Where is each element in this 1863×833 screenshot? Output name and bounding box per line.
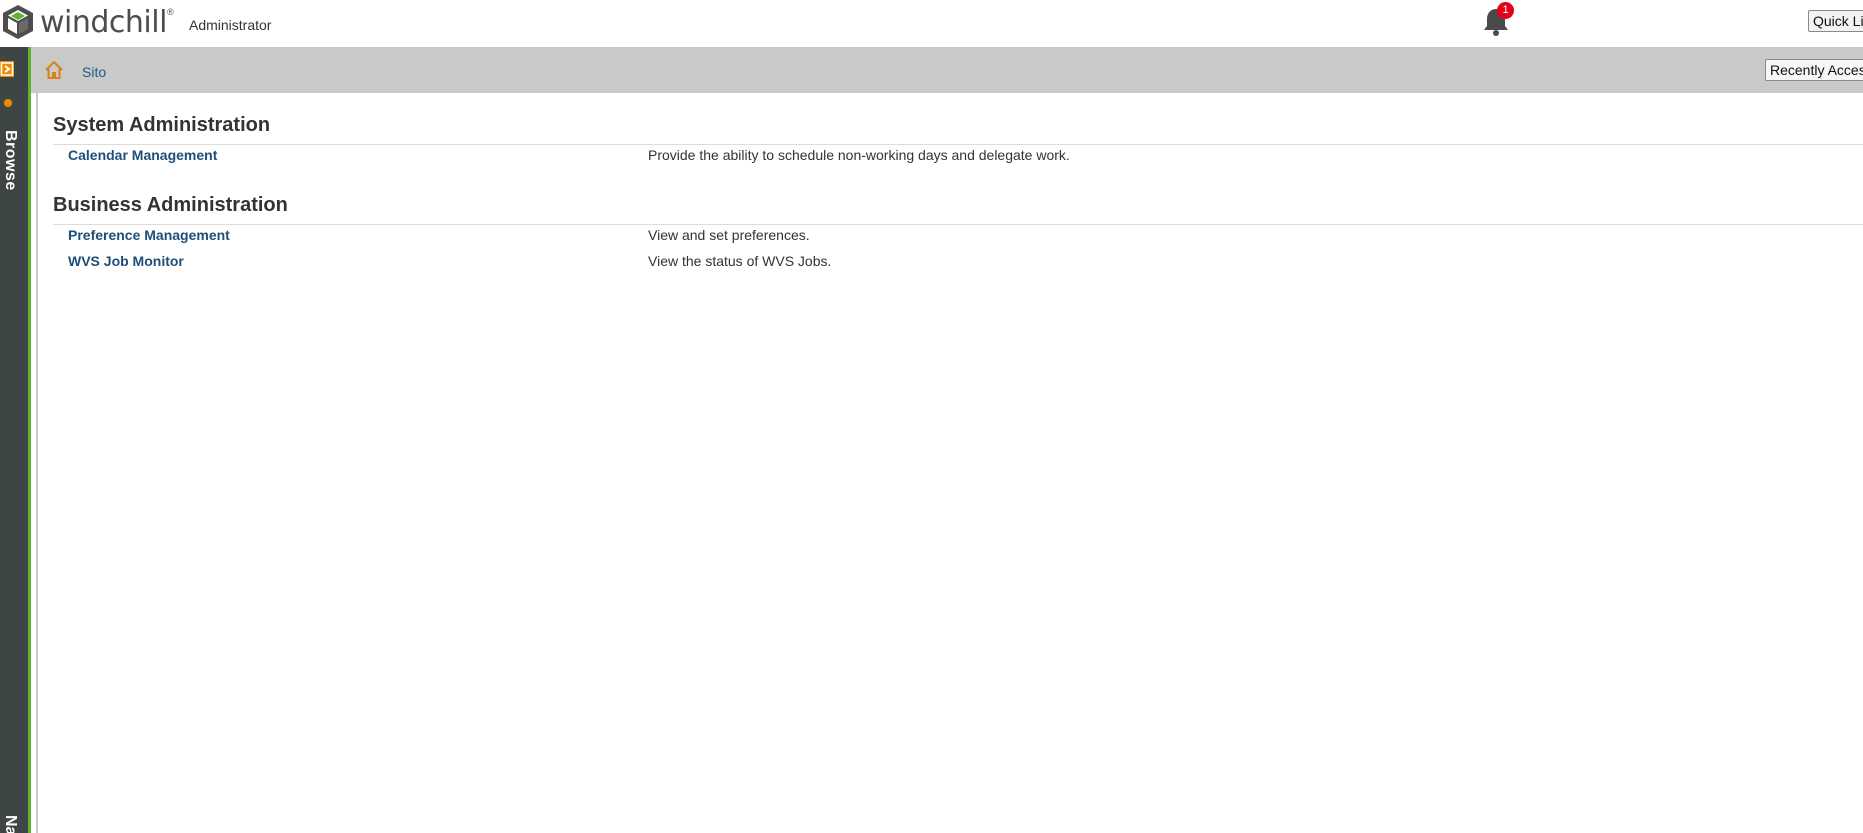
main-content: [36, 93, 1863, 833]
windchill-logo[interactable]: windchill ®: [0, 2, 174, 42]
home-icon[interactable]: [43, 59, 65, 81]
section-divider: [53, 224, 1863, 225]
windchill-logo-icon: [3, 5, 33, 39]
logo-registered-mark: ®: [166, 7, 174, 17]
breadcrumb: [31, 47, 1863, 93]
expand-navigator-button[interactable]: [0, 61, 14, 77]
chevron-right-icon: [0, 62, 14, 76]
preference-management-link[interactable]: Preference Management: [68, 227, 230, 243]
preference-management-description: View and set preferences.: [648, 227, 810, 243]
top-header: windchill ® Administrator 1 Quick Links: [0, 0, 1863, 47]
wvs-job-monitor-link[interactable]: WVS Job Monitor: [68, 253, 184, 269]
navigator-status-icon: [4, 99, 12, 107]
navigator-tab-bottom[interactable]: Na: [1, 815, 19, 833]
logo-text: windchill: [40, 4, 167, 40]
calendar-management-link[interactable]: Calendar Management: [68, 147, 217, 163]
section-divider: [53, 144, 1863, 145]
section-title-system-administration: System Administration: [53, 114, 271, 136]
navigator-tab-browse[interactable]: Browse: [1, 130, 19, 191]
calendar-management-description: Provide the ability to schedule non-work…: [648, 147, 1070, 163]
navigator-edge: [28, 47, 31, 833]
wvs-job-monitor-description: View the status of WVS Jobs.: [648, 253, 832, 269]
notification-count-badge: 1: [1497, 2, 1514, 19]
breadcrumb-site-link[interactable]: Sito: [82, 64, 106, 80]
section-title-business-administration: Business Administration: [53, 194, 288, 216]
quick-links-button[interactable]: Quick Links: [1808, 10, 1863, 32]
recently-accessed-button[interactable]: Recently Accessed: [1765, 59, 1863, 81]
user-role-label: Administrator: [189, 17, 272, 33]
